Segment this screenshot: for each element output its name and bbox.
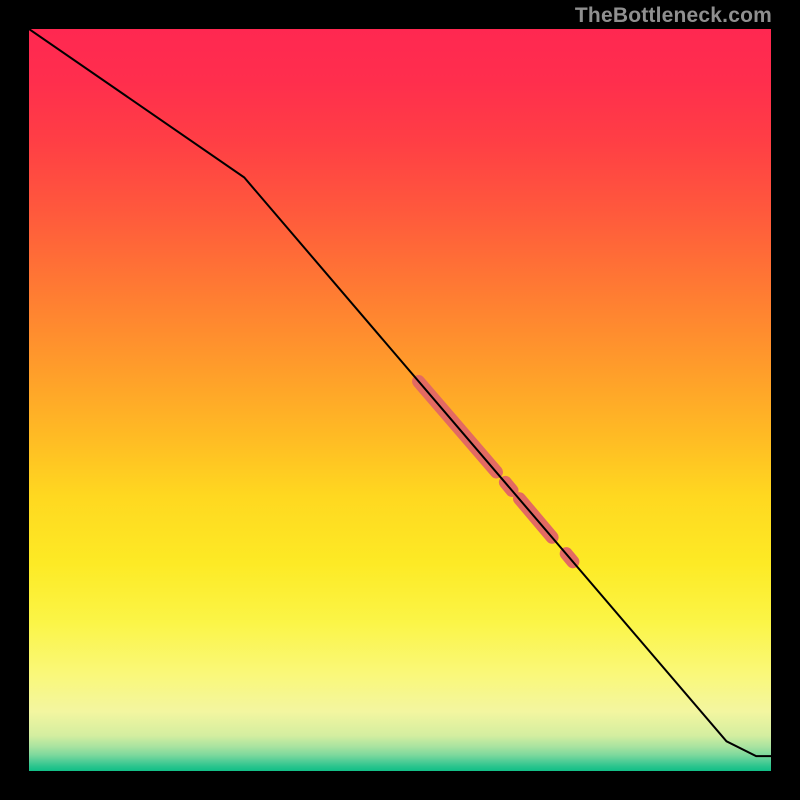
chart-stage: TheBottleneck.com xyxy=(0,0,800,800)
line-layer xyxy=(29,29,771,771)
main-line xyxy=(29,29,771,756)
plot-area xyxy=(29,29,771,771)
watermark-text: TheBottleneck.com xyxy=(575,4,772,28)
